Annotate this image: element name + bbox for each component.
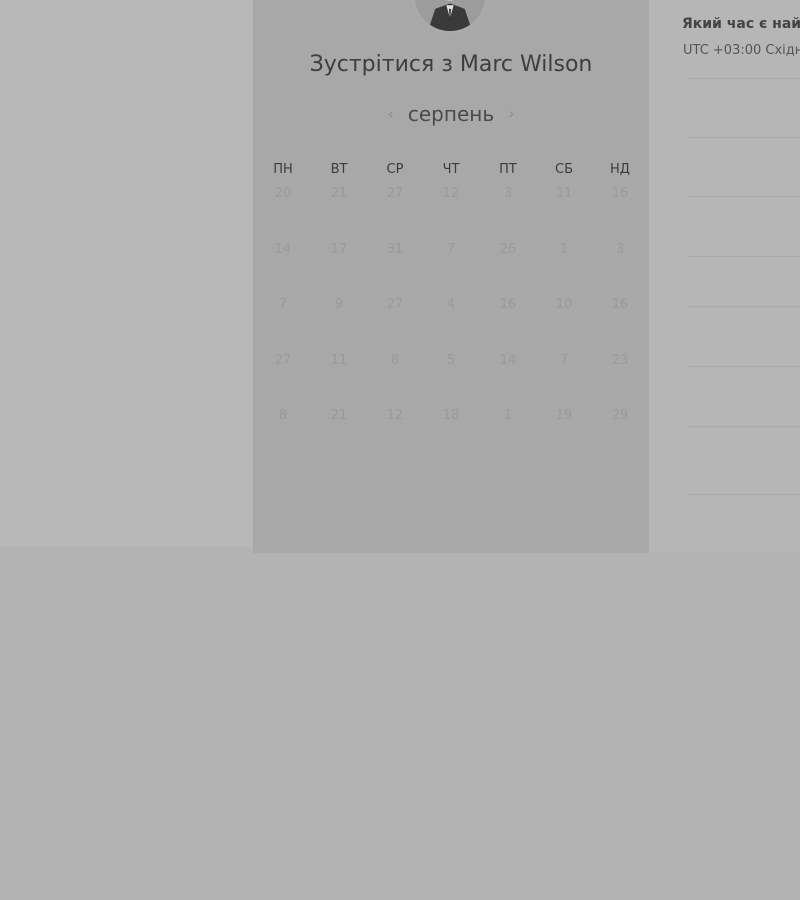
meet-title: Зустрітися з Marc Wilson xyxy=(309,52,593,77)
weekday-sun: НД xyxy=(610,162,630,177)
calendar-day[interactable]: 10 xyxy=(544,297,584,312)
calendar-day[interactable]: 5 xyxy=(431,353,471,368)
calendar-day[interactable]: 27 xyxy=(375,297,415,312)
weekday-wed: СР xyxy=(386,162,404,177)
calendar-day[interactable]: 23 xyxy=(600,353,640,368)
calendar-day[interactable]: 18 xyxy=(431,408,471,423)
divider xyxy=(687,494,800,495)
calendar-day[interactable]: 31 xyxy=(375,242,415,257)
calendar-day[interactable]: 16 xyxy=(600,297,640,312)
calendar-card: Зустрітися з Marc Wilson ‹ серпень › ПН … xyxy=(253,0,649,553)
time-selection-panel: Який час є найзручнішим? UTC +03:00 Схід… xyxy=(649,0,800,553)
calendar-day[interactable]: 27 xyxy=(263,353,303,368)
weekday-header: ПН ВТ СР ЧТ ПТ СБ НД xyxy=(253,162,649,180)
calendar-day[interactable]: 1 xyxy=(488,408,528,423)
host-avatar xyxy=(412,0,488,34)
calendar-day[interactable]: 7 xyxy=(263,297,303,312)
calendar-day[interactable]: 8 xyxy=(263,408,303,423)
calendar-day[interactable]: 11 xyxy=(544,186,584,201)
divider xyxy=(687,196,800,197)
calendar-day[interactable]: 14 xyxy=(263,242,303,257)
calendar-day[interactable]: 11 xyxy=(319,353,359,368)
calendar-day[interactable]: 17 xyxy=(319,242,359,257)
calendar-day[interactable]: 20 xyxy=(263,186,303,201)
calendar-day[interactable]: 16 xyxy=(488,297,528,312)
calendar-day[interactable]: 12 xyxy=(431,186,471,201)
weekday-fri: ПТ xyxy=(499,162,517,177)
backdrop-overlay xyxy=(0,553,800,900)
calendar-day[interactable]: 26 xyxy=(488,242,528,257)
calendar-day[interactable]: 19 xyxy=(544,408,584,423)
left-panel xyxy=(0,0,253,547)
weekday-sat: СБ xyxy=(555,162,573,177)
calendar-day[interactable]: 12 xyxy=(375,408,415,423)
calendar-day[interactable]: 21 xyxy=(319,408,359,423)
calendar-day[interactable]: 21 xyxy=(319,186,359,201)
calendar-day[interactable]: 3 xyxy=(600,242,640,257)
calendar-day[interactable]: 8 xyxy=(375,353,415,368)
divider xyxy=(687,137,800,138)
timezone-selector[interactable]: UTC +03:00 Східна Європа xyxy=(683,43,800,58)
divider xyxy=(687,306,800,307)
weekday-tue: ВТ xyxy=(330,162,348,177)
divider xyxy=(687,426,800,427)
divider xyxy=(687,78,800,79)
weekday-thu: ЧТ xyxy=(442,162,460,177)
calendar-day[interactable]: 3 xyxy=(488,186,528,201)
calendar-day[interactable]: 1 xyxy=(544,242,584,257)
chevron-left-icon[interactable]: ‹ xyxy=(387,106,393,122)
calendar-day[interactable]: 29 xyxy=(600,408,640,423)
chevron-right-icon[interactable]: › xyxy=(508,106,514,122)
time-question: Який час є найзручнішим? xyxy=(682,16,800,32)
calendar-day[interactable]: 7 xyxy=(431,242,471,257)
calendar-day[interactable]: 9 xyxy=(319,297,359,312)
divider xyxy=(687,366,800,367)
calendar-day[interactable]: 7 xyxy=(544,353,584,368)
weekday-mon: ПН xyxy=(273,162,293,177)
divider xyxy=(687,256,800,257)
calendar-day[interactable]: 14 xyxy=(488,353,528,368)
month-navigation: ‹ серпень › xyxy=(253,100,649,128)
calendar-day[interactable]: 16 xyxy=(600,186,640,201)
month-label: серпень xyxy=(407,102,495,126)
calendar-day[interactable]: 27 xyxy=(375,186,415,201)
calendar-day[interactable]: 4 xyxy=(431,297,471,312)
